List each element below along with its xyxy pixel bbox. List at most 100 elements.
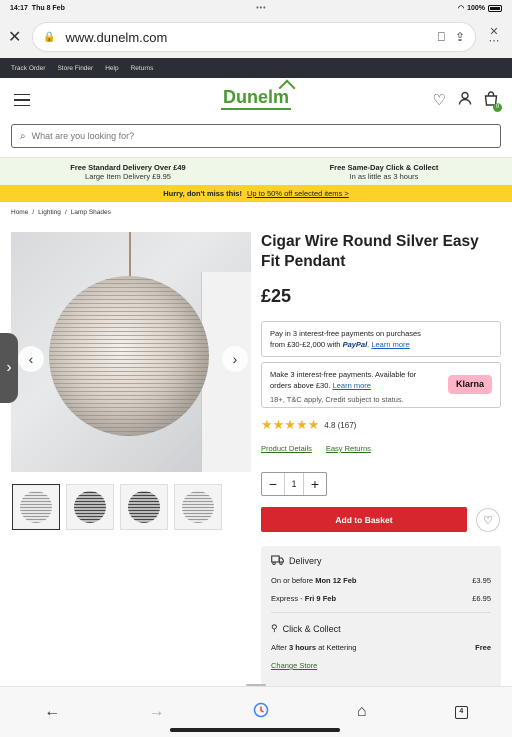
quantity-decrease-button[interactable]: − (262, 476, 284, 492)
browser-url-bar: ✕ 🔒 www.dunelm.com ⎕ ⇪ ✕ ⋯ (0, 16, 512, 58)
forward-arrow-icon[interactable]: → (148, 703, 164, 721)
pendant-shade (49, 276, 209, 436)
divider (271, 612, 491, 613)
crumb-home[interactable]: Home (11, 209, 28, 216)
thumbnail-1[interactable] (12, 484, 60, 530)
thumbnail-image (182, 491, 214, 523)
crumb-lamp-shades[interactable]: Lamp Shades (71, 209, 111, 216)
crumb-sep: / (64, 209, 67, 216)
nav-returns[interactable]: Returns (131, 65, 154, 72)
menu-icon[interactable] (14, 90, 30, 111)
gallery-prev-button[interactable]: ‹ (18, 346, 44, 372)
tabs-icon[interactable]: 4 (454, 705, 468, 719)
lock-icon: 🔒 (43, 31, 56, 43)
quantity-input[interactable]: 1 (284, 473, 304, 495)
cc-pre: After (271, 643, 289, 652)
standard-price: £3.95 (472, 576, 491, 585)
close-icon[interactable]: ✕ (8, 27, 24, 47)
chevron-left-icon: ‹ (28, 351, 34, 367)
basket-count-badge: 0 (493, 102, 502, 112)
klarna-line-2: orders above £30. (270, 381, 331, 390)
express-date: Fri 9 Feb (304, 594, 337, 603)
nav-track-order[interactable]: Track Order (11, 65, 45, 72)
heart-icon: ♡ (483, 514, 493, 527)
paypal-line-1: Pay in 3 interest-free payments on purch… (270, 329, 421, 338)
klarna-learn-more[interactable]: Learn more (333, 381, 371, 390)
account-icon[interactable] (458, 91, 472, 109)
large-item-delivery: Large Item Delivery £9.95 (85, 171, 171, 181)
crumb-sep: / (32, 209, 35, 216)
standard-delivery-title[interactable]: Free Standard Delivery Over £49 (70, 163, 185, 172)
status-date: Thu 8 Feb (31, 4, 65, 12)
heart-icon[interactable]: ♡ (433, 91, 446, 109)
battery-percent: 100% (467, 4, 485, 12)
klarna-logo: Klarna (448, 375, 492, 394)
product-title: Cigar Wire Round Silver Easy Fit Pendant (261, 233, 479, 270)
share-icon[interactable]: ⇪ (455, 30, 465, 44)
promo-link[interactable]: Up to 50% off selected items > (247, 189, 349, 198)
click-collect-icon: ⚲ (271, 623, 278, 633)
nav-help[interactable]: Help (105, 65, 118, 72)
back-arrow-icon[interactable]: ← (44, 703, 60, 721)
change-store-link[interactable]: Change Store (271, 661, 491, 670)
paypal-logo: PayPal (342, 340, 368, 349)
click-collect-title[interactable]: Free Same-Day Click & Collect (330, 163, 439, 172)
product-links: Product Details Easy Returns (261, 444, 371, 453)
paypal-line-2: from £30-£2,000 with (270, 340, 341, 349)
add-to-basket-button[interactable]: Add to Basket (261, 507, 467, 532)
cc-price: Free (475, 643, 491, 652)
breadcrumb: Home / Lighting / Lamp Shades (0, 202, 512, 223)
nav-store-finder[interactable]: Store Finder (57, 65, 93, 72)
paypal-learn-more[interactable]: Learn more (371, 340, 409, 349)
crumb-lighting[interactable]: Lighting (38, 209, 61, 216)
chevron-right-icon: › (6, 359, 12, 376)
rating[interactable]: ★★★★★ 4.8 (167) (261, 417, 356, 433)
status-dots: ••• (256, 4, 267, 12)
address-field[interactable]: 🔒 www.dunelm.com ⎕ ⇪ (32, 22, 476, 52)
url-text: www.dunelm.com (65, 29, 168, 45)
express-label: Express - (271, 594, 305, 603)
click-collect-option: After 3 hours at Kettering Free (271, 643, 491, 652)
thumbnail-2[interactable] (66, 484, 114, 530)
basket-icon[interactable]: 0 (484, 90, 502, 112)
home-indicator (170, 728, 340, 732)
star-rating-icon: ★★★★★ (261, 417, 320, 432)
delivery-panel: Delivery On or before Mon 12 Feb £3.95 E… (261, 546, 501, 691)
delivery-heading: Delivery (289, 556, 322, 566)
search-input[interactable]: ⌕ What are you looking for? (11, 124, 501, 148)
wifi-icon: ◠ (457, 5, 465, 12)
quantity-stepper: − 1 + (261, 472, 327, 496)
click-collect-heading: Click & Collect (282, 623, 341, 634)
home-icon[interactable]: ⌂ (357, 703, 367, 721)
express-price: £6.95 (472, 594, 491, 603)
bookmark-icon[interactable]: ⎕ (438, 30, 445, 45)
thumbnail-3[interactable] (120, 484, 168, 530)
paypal-box: Pay in 3 interest-free payments on purch… (261, 321, 501, 357)
thumbnail-image (20, 491, 52, 523)
wishlist-button[interactable]: ♡ (476, 508, 500, 532)
cc-time: 3 hours (288, 643, 317, 652)
product-price: £25 (261, 286, 292, 306)
promo-banner: Hurry, don't miss this! Up to 50% off se… (0, 185, 512, 202)
thumbnail-4[interactable] (174, 484, 222, 530)
assistant-icon[interactable] (253, 702, 269, 723)
click-collect-sub: In as little as 3 hours (349, 171, 419, 181)
rating-value: 4.8 (167) (324, 420, 357, 430)
thumbnail-strip (12, 484, 222, 530)
logo[interactable]: Dunelm (220, 86, 292, 110)
promo-text: Hurry, don't miss this! (163, 189, 242, 198)
battery-icon (488, 4, 502, 12)
thumbnail-image (74, 491, 106, 523)
quantity-increase-button[interactable]: + (304, 476, 326, 492)
product-details-link[interactable]: Product Details (261, 444, 312, 453)
standard-date: Mon 12 Feb (315, 576, 357, 585)
more-icon[interactable]: ✕ ⋯ (484, 27, 504, 47)
easy-returns-link[interactable]: Easy Returns (326, 444, 371, 453)
search-placeholder: What are you looking for? (31, 131, 135, 141)
site-header: Dunelm ♡ 0 (0, 78, 512, 122)
side-handle[interactable]: › (0, 333, 18, 403)
delivery-strip: Free Standard Delivery Over £49 Large It… (0, 157, 512, 185)
gallery-next-button[interactable]: › (222, 346, 248, 372)
delivery-option-express: Express - Fri 9 Feb £6.95 (271, 594, 491, 603)
product-image[interactable] (11, 232, 251, 472)
